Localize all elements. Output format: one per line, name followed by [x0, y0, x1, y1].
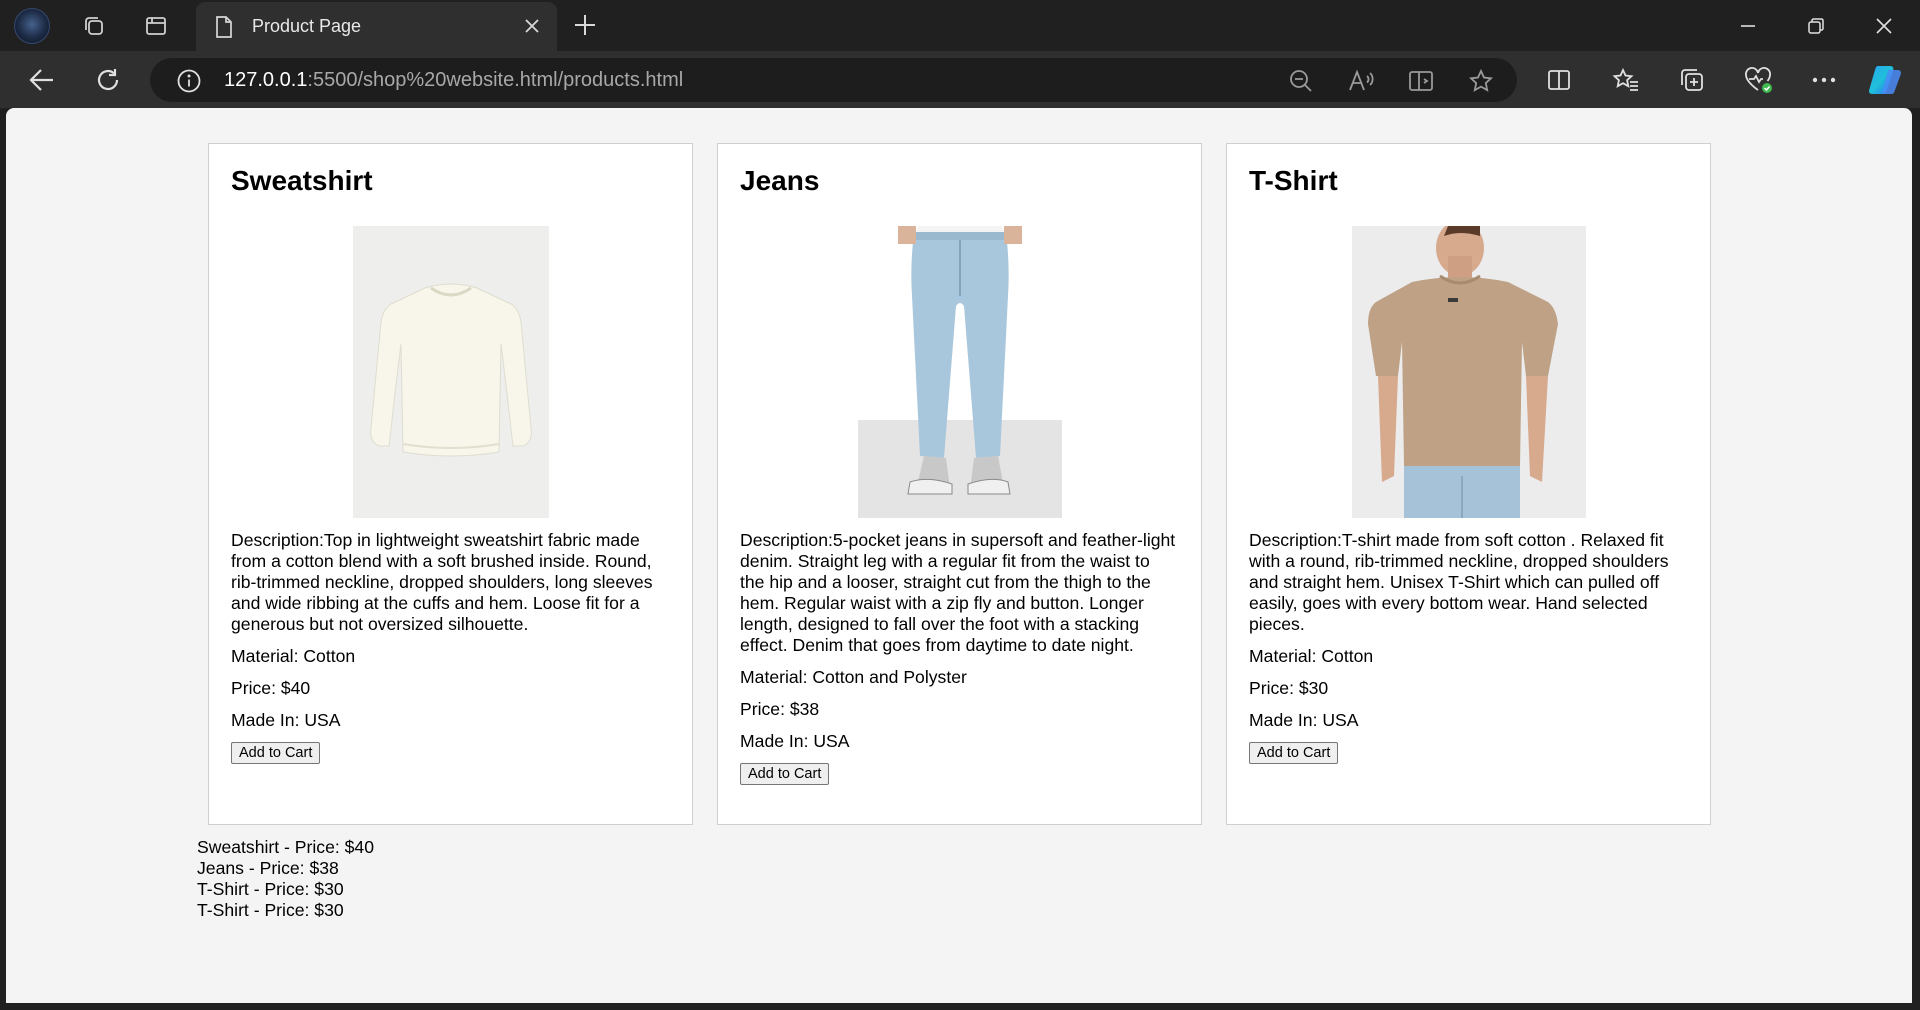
product-card-sweatshirt: Sweatshirt Description:Top in lightweigh… — [208, 143, 693, 825]
add-to-cart-button[interactable]: Add to Cart — [1249, 742, 1339, 764]
close-tab-icon[interactable] — [521, 15, 543, 42]
product-material: Material: Cotton — [231, 646, 356, 666]
product-title: T-Shirt — [1249, 165, 1338, 196]
product-price: Price: $38 — [740, 699, 820, 719]
browser-toolbar: 127.0.0.1:5500/shop%20website.html/produ… — [0, 51, 1920, 108]
product-description: Description:Top in lightweight sweatshir… — [231, 530, 653, 634]
jeans-image — [857, 226, 1062, 518]
restore-icon[interactable] — [1783, 0, 1849, 51]
cart-item: Jeans - Price: $38 — [197, 858, 339, 878]
tab-title: Product Page — [252, 16, 362, 36]
url-text[interactable]: 127.0.0.1:5500/shop%20website.html/produ… — [224, 69, 683, 92]
more-options-icon[interactable] — [1804, 61, 1844, 99]
product-origin: Made In: USA — [740, 731, 850, 751]
immersive-reader-icon[interactable] — [1406, 66, 1436, 96]
product-origin: Made In: USA — [231, 710, 341, 730]
product-description: Description:T-shirt made from soft cotto… — [1249, 530, 1669, 634]
product-material: Material: Cotton — [1249, 646, 1374, 666]
profile-avatar[interactable] — [12, 0, 52, 51]
tshirt-image — [1351, 226, 1586, 518]
product-material: Material: Cotton and Polyster — [740, 667, 967, 687]
minimize-icon[interactable] — [1715, 0, 1781, 51]
refresh-icon[interactable] — [88, 61, 128, 99]
site-info-icon[interactable] — [174, 66, 204, 96]
read-aloud-icon[interactable] — [1346, 66, 1376, 96]
back-icon[interactable] — [22, 61, 62, 99]
product-list: Sweatshirt Description:Top in lightweigh… — [208, 143, 1711, 825]
browser-title-bar: Product Page — [0, 0, 1920, 51]
active-tab[interactable]: Product Page — [196, 2, 557, 51]
browser-essentials-icon[interactable] — [1738, 61, 1778, 99]
collections-icon[interactable] — [1672, 61, 1712, 99]
add-to-cart-button[interactable]: Add to Cart — [231, 742, 321, 764]
page-viewport: Sweatshirt Description:Top in lightweigh… — [6, 108, 1912, 1003]
product-title: Jeans — [740, 165, 820, 196]
page-document-icon — [214, 15, 234, 44]
product-origin: Made In: USA — [1249, 710, 1359, 730]
product-description: Description:5-pocket jeans in supersoft … — [740, 530, 1176, 655]
copilot-icon[interactable] — [1866, 61, 1906, 99]
split-screen-icon[interactable] — [1539, 61, 1579, 99]
product-card-jeans: Jeans Description:5-pocket jeans in supe… — [717, 143, 1202, 825]
address-bar[interactable]: 127.0.0.1:5500/shop%20website.html/produ… — [150, 58, 1517, 102]
cart-item: T-Shirt - Price: $30 — [197, 900, 344, 920]
tab-actions-icon[interactable] — [136, 0, 176, 51]
product-price: Price: $40 — [231, 678, 311, 698]
close-window-icon[interactable] — [1851, 0, 1917, 51]
window-bottom-edge — [0, 1003, 1920, 1010]
cart-list: Sweatshirt - Price: $40 Jeans - Price: $… — [197, 837, 374, 921]
workspaces-icon[interactable] — [74, 0, 114, 51]
product-card-tshirt: T-Shirt Description:T-shirt made from so… — [1226, 143, 1711, 825]
product-price: Price: $30 — [1249, 678, 1329, 698]
cart-item: T-Shirt - Price: $30 — [197, 879, 344, 899]
cart-item: Sweatshirt - Price: $40 — [197, 837, 374, 857]
product-title: Sweatshirt — [231, 165, 373, 196]
sweatshirt-image — [352, 226, 549, 518]
favorites-icon[interactable] — [1606, 61, 1646, 99]
zoom-out-icon[interactable] — [1286, 66, 1316, 96]
add-to-cart-button[interactable]: Add to Cart — [740, 763, 830, 785]
favorite-star-icon[interactable] — [1466, 66, 1496, 96]
new-tab-icon[interactable] — [572, 12, 598, 43]
